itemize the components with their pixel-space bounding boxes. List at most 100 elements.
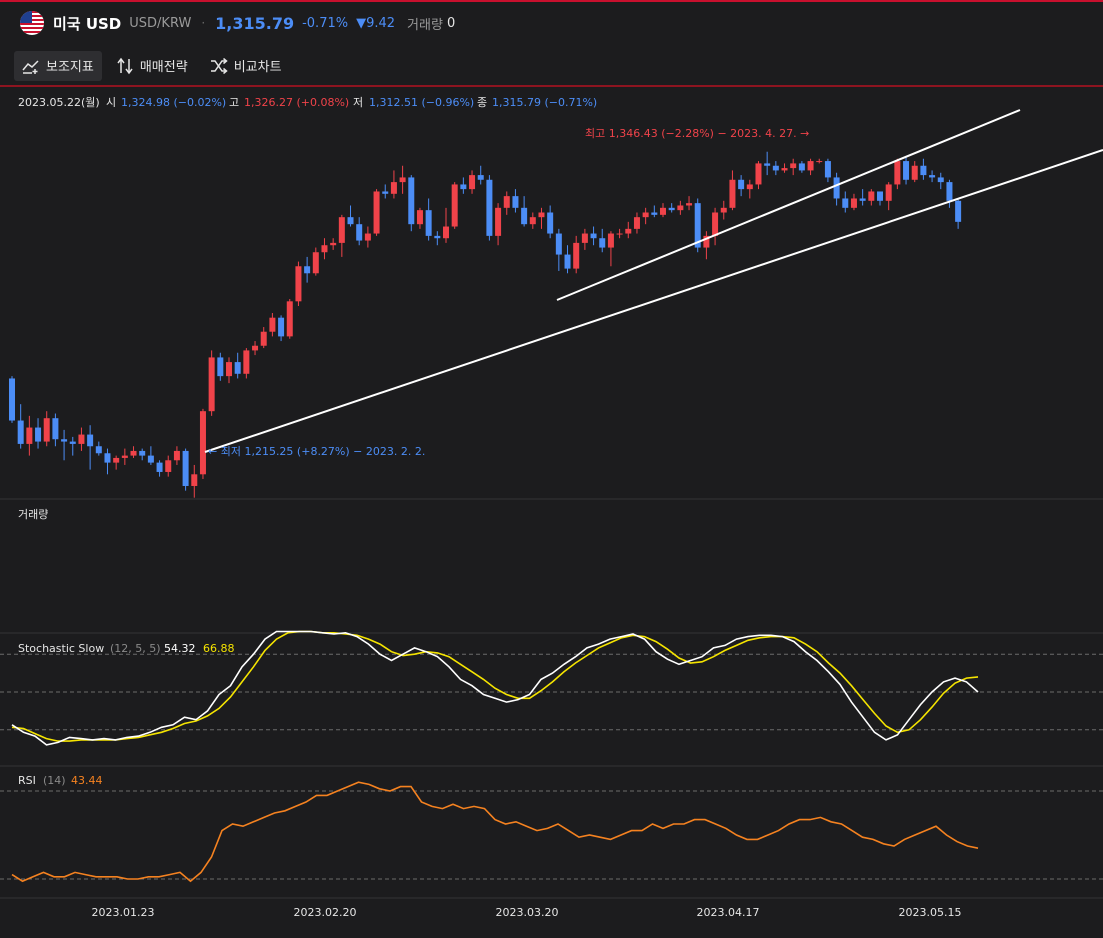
candle-body[interactable] <box>95 446 102 454</box>
candle-body[interactable] <box>173 450 180 461</box>
candle-body[interactable] <box>113 457 120 463</box>
candle-body[interactable] <box>130 450 137 456</box>
candle-body[interactable] <box>607 233 614 248</box>
candle-body[interactable] <box>469 175 476 190</box>
candle-body[interactable] <box>781 168 788 171</box>
candle-body[interactable] <box>616 233 623 235</box>
candle-body[interactable] <box>581 233 588 243</box>
candle-body[interactable] <box>842 198 849 208</box>
candle-body[interactable] <box>885 184 892 201</box>
candle-body[interactable] <box>443 226 449 239</box>
candle-body[interactable] <box>946 182 953 201</box>
candle-body[interactable] <box>78 434 85 444</box>
candle-body[interactable] <box>208 357 215 412</box>
candle-body[interactable] <box>330 242 337 246</box>
candle-body[interactable] <box>312 252 319 274</box>
candle-body[interactable] <box>712 212 719 236</box>
candle-body[interactable] <box>460 184 467 190</box>
candle-body[interactable] <box>651 212 658 215</box>
candle-body[interactable] <box>69 441 76 444</box>
candle-body[interactable] <box>677 205 684 211</box>
candle-body[interactable] <box>859 198 866 201</box>
candle-body[interactable] <box>599 238 606 248</box>
candle-body[interactable] <box>538 212 545 218</box>
candle-body[interactable] <box>477 175 484 180</box>
candle-body[interactable] <box>121 455 128 458</box>
candle-body[interactable] <box>503 196 510 208</box>
strategy-button[interactable]: 매매전략 <box>108 51 196 81</box>
candle-body[interactable] <box>321 245 328 253</box>
candle-body[interactable] <box>937 177 944 183</box>
candle-body[interactable] <box>798 163 805 171</box>
candle-body[interactable] <box>521 207 528 225</box>
candle-body[interactable] <box>408 177 415 225</box>
candle-body[interactable] <box>668 207 675 211</box>
candle-body[interactable] <box>642 212 649 218</box>
candle-body[interactable] <box>816 161 823 163</box>
candle-body[interactable] <box>139 450 146 456</box>
candle-body[interactable] <box>877 191 883 201</box>
candle-body[interactable] <box>660 207 666 215</box>
candle-body[interactable] <box>920 165 927 176</box>
candle-body[interactable] <box>243 350 250 374</box>
candle-body[interactable] <box>633 217 640 229</box>
candle-body[interactable] <box>529 217 536 225</box>
candle-body[interactable] <box>182 450 189 486</box>
candle-body[interactable] <box>824 161 831 178</box>
candle-body[interactable] <box>894 161 901 185</box>
candle-body[interactable] <box>764 163 771 166</box>
candle-body[interactable] <box>52 418 59 440</box>
candle-body[interactable] <box>87 434 94 447</box>
candle-body[interactable] <box>903 161 910 180</box>
candle-body[interactable] <box>495 207 502 236</box>
candle-body[interactable] <box>850 198 857 208</box>
candle-body[interactable] <box>17 420 24 444</box>
chart-canvas[interactable]: 2023.05.22(월) 시 1,324.98 (−0.02%) 고 1,32… <box>0 89 1103 938</box>
candle-body[interactable] <box>573 242 580 269</box>
candle-body[interactable] <box>625 228 632 234</box>
candle-body[interactable] <box>269 317 276 332</box>
candle-body[interactable] <box>486 179 493 236</box>
candle-body[interactable] <box>364 233 371 241</box>
candle-body[interactable] <box>416 210 423 225</box>
candle-body[interactable] <box>929 175 936 178</box>
candle-body[interactable] <box>226 362 232 377</box>
candle-body[interactable] <box>746 184 753 190</box>
candle-body[interactable] <box>199 411 206 475</box>
candle-body[interactable] <box>755 163 762 185</box>
candle-body[interactable] <box>217 357 224 377</box>
candle-body[interactable] <box>564 254 571 269</box>
candle-body[interactable] <box>35 427 42 442</box>
candle-body[interactable] <box>165 460 172 472</box>
candle-body[interactable] <box>295 266 302 302</box>
candle-body[interactable] <box>156 462 163 472</box>
candle-body[interactable] <box>729 179 736 208</box>
candle-body[interactable] <box>104 453 111 463</box>
candle-body[interactable] <box>356 224 363 241</box>
candle-body[interactable] <box>347 217 354 225</box>
candle-body[interactable] <box>686 203 693 206</box>
candle-body[interactable] <box>191 474 198 486</box>
candle-body[interactable] <box>260 331 267 346</box>
candle-body[interactable] <box>833 177 840 199</box>
candle-body[interactable] <box>234 362 241 374</box>
candle-body[interactable] <box>252 345 259 351</box>
candle-body[interactable] <box>434 235 441 239</box>
candle-body[interactable] <box>590 233 597 239</box>
candle-body[interactable] <box>451 184 458 227</box>
candle-body[interactable] <box>286 301 293 337</box>
candle-body[interactable] <box>738 179 745 190</box>
candle-body[interactable] <box>425 210 432 236</box>
candle-body[interactable] <box>555 233 562 255</box>
candle-body[interactable] <box>304 266 311 274</box>
candle-body[interactable] <box>9 378 15 421</box>
candle-body[interactable] <box>547 212 554 234</box>
candle-body[interactable] <box>955 200 962 222</box>
candle-body[interactable] <box>26 427 33 444</box>
candle-body[interactable] <box>399 177 406 183</box>
compare-button[interactable]: 비교차트 <box>202 51 290 81</box>
candle-body[interactable] <box>790 163 797 169</box>
indicators-button[interactable]: 보조지표 <box>14 50 102 81</box>
candle-body[interactable] <box>278 317 285 337</box>
candle-body[interactable] <box>61 439 68 442</box>
